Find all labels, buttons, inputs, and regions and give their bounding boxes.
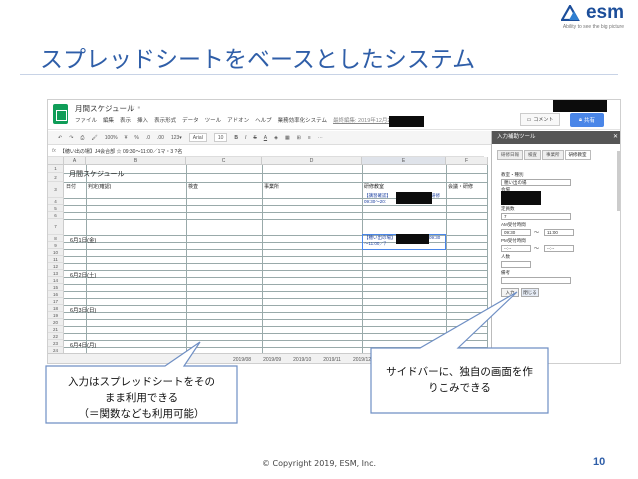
callout-line: まま利用できる	[104, 392, 179, 404]
copyright: © Copyright 2019, ESM, Inc.	[261, 459, 377, 468]
page-number: 10	[593, 456, 606, 468]
callout-line: 入力はスプレッドシートをその	[68, 376, 215, 388]
left-callout-text: 入力はスプレッドシートをその まま利用できる （＝関数なども利用可能）	[46, 374, 237, 422]
callout-line: （＝関数なども利用可能）	[78, 408, 205, 420]
right-callout-text: サイドバーに、独自の画面を作 りこみできる	[371, 364, 548, 396]
callout-line: サイドバーに、独自の画面を作	[386, 366, 533, 378]
callout-line: りこみできる	[428, 382, 491, 394]
